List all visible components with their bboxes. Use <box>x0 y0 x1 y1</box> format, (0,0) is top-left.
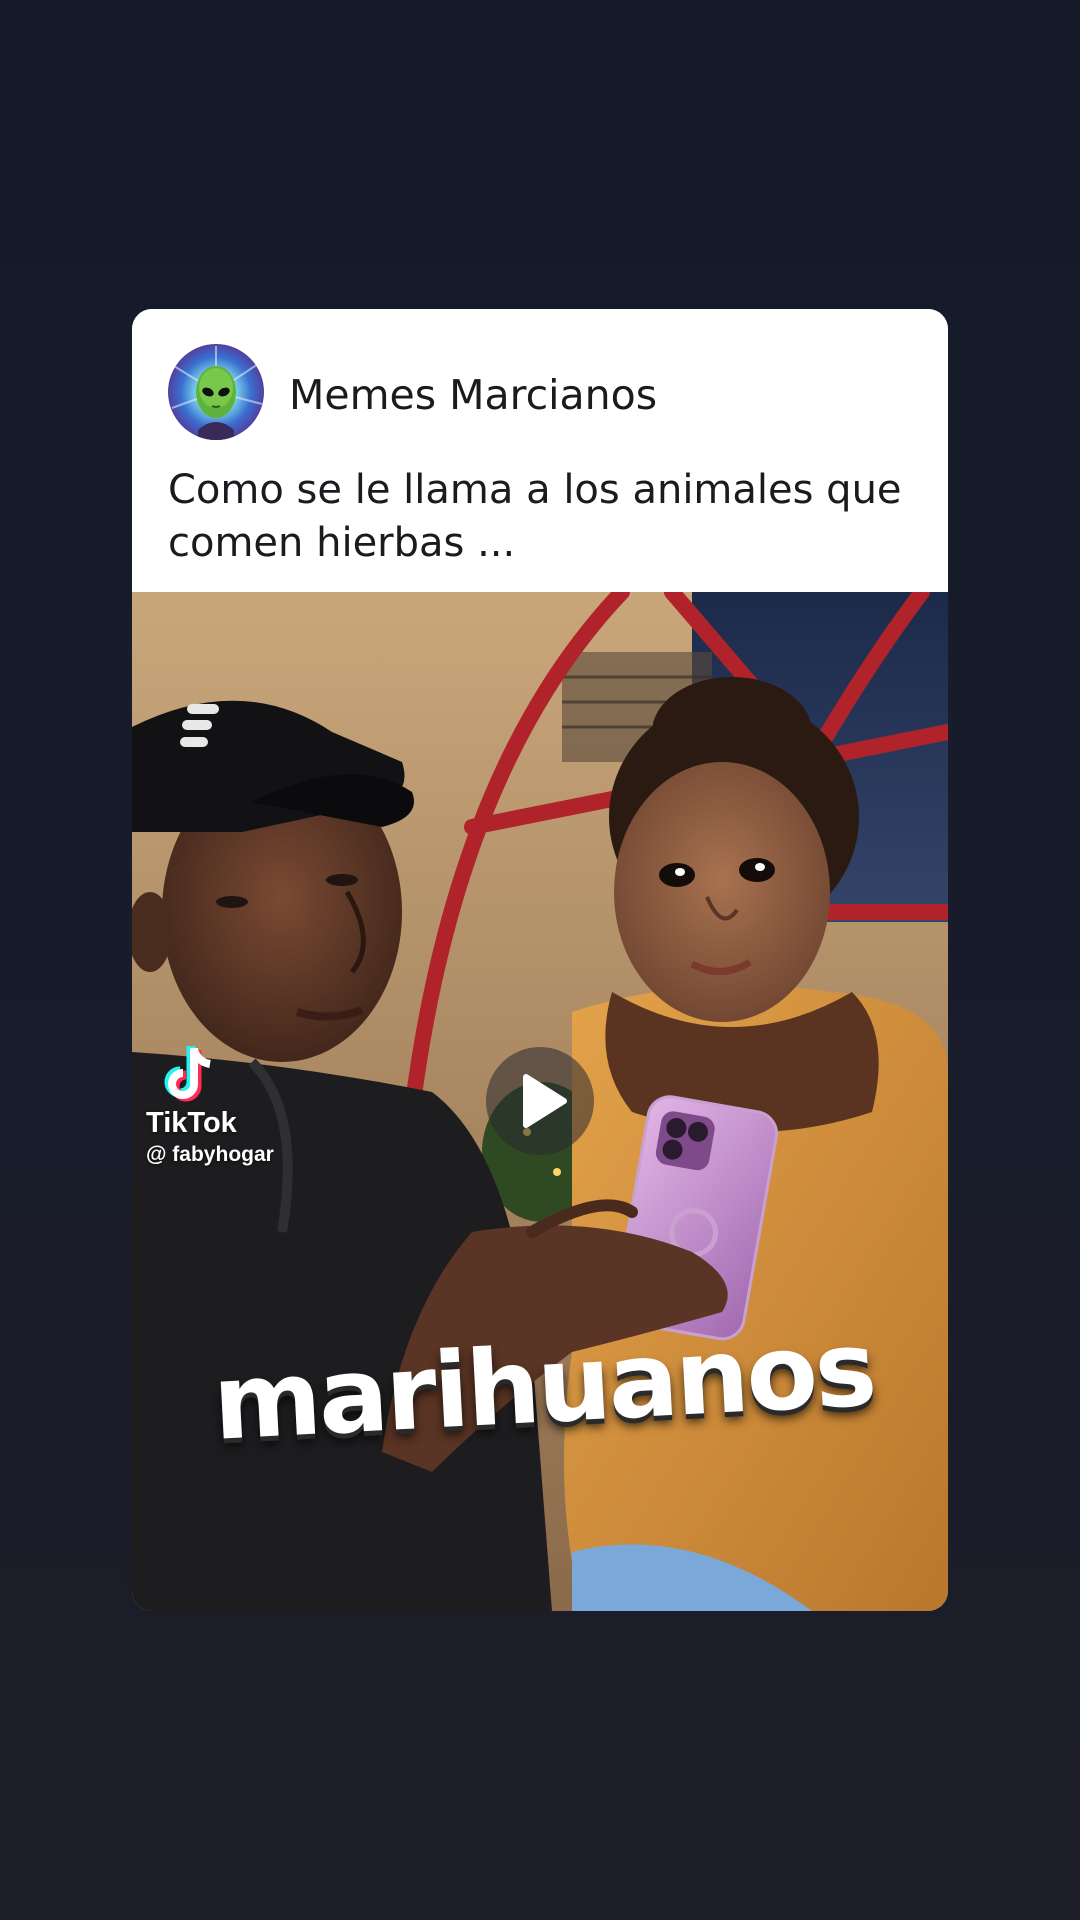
alien-icon <box>171 346 263 440</box>
tiktok-handle-label: @ fabyhogar <box>146 1143 274 1166</box>
avatar[interactable] <box>168 344 264 440</box>
post-caption: Como se le llama a los animales que come… <box>168 467 902 566</box>
play-button[interactable] <box>486 1047 594 1155</box>
post-header: Memes Marcianos Como se le llama a los a… <box>132 309 948 592</box>
post-author-name[interactable]: Memes Marcianos <box>289 371 657 419</box>
tiktok-logo-icon <box>164 1046 211 1102</box>
video-thumbnail[interactable]: TikTok @ fabyhogar marihuanos <box>132 592 948 1611</box>
tiktok-brand-label: TikTok <box>146 1107 237 1139</box>
play-icon <box>523 1074 567 1128</box>
post-card[interactable]: Memes Marcianos Como se le llama a los a… <box>132 309 948 1611</box>
